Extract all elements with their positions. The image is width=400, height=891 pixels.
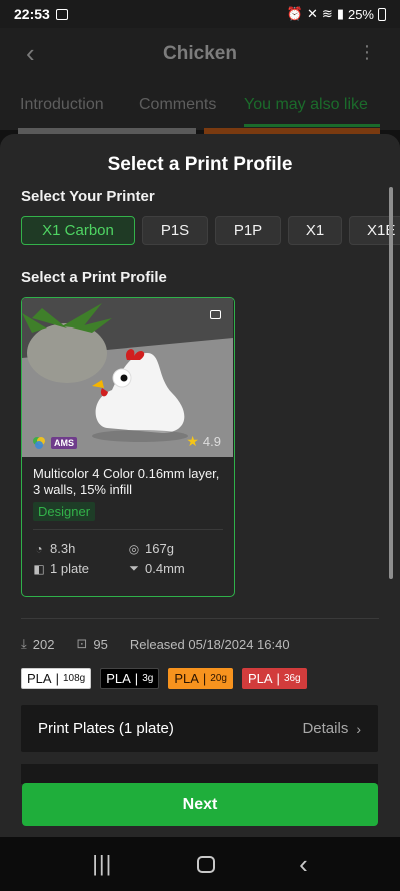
section-divider (21, 618, 379, 619)
clock-icon: ◔ (35, 541, 43, 556)
profile-title: Multicolor 4 Color 0.16mm layer, 3 walls… (33, 466, 220, 497)
home-icon[interactable] (196, 855, 215, 873)
filament-type: PLA (174, 671, 199, 686)
printer-chip-x1-carbon[interactable]: X1 Carbon (21, 216, 135, 245)
page-title: Chicken (163, 43, 237, 64)
printer-chip-p1s[interactable]: P1S (142, 216, 208, 245)
print-time: ◔ 8.3h (33, 541, 75, 556)
filament-chip: PLA | 108g (21, 668, 92, 689)
filament-amount: 3g (142, 673, 154, 684)
profile-thumbnail: AMS ★ 4.9 (22, 298, 233, 457)
nozzle-size-value: 0.4mm (145, 561, 185, 576)
app-bar: ‹ Chicken ⋮ (0, 28, 400, 80)
filament-chip: PLA | 3g (100, 668, 160, 689)
print-plates-label: Print Plates (1 plate) (38, 720, 174, 737)
profile-section-label: Select a Print Profile (21, 269, 167, 286)
rating: ★ 4.9 (186, 433, 221, 450)
star-icon: ★ (186, 433, 199, 449)
rating-value: 4.9 (202, 434, 221, 449)
gallery-notification-icon (55, 8, 68, 20)
filament-weight: ◎ 167g (128, 541, 174, 556)
filament-type: PLA (106, 671, 131, 686)
mute-icon: ✕ (307, 6, 318, 21)
printer-chip-p1p[interactable]: P1P (215, 216, 281, 245)
print-count: 95 (93, 636, 108, 652)
printer-chips: X1 Carbon P1S P1P X1 X1E (21, 216, 400, 245)
battery-percent: 25% (347, 6, 374, 22)
ams-badge: AMS (51, 437, 77, 449)
print-plates-row[interactable]: Print Plates (1 plate) Details › (21, 705, 378, 752)
wifi-icon: ≋ (321, 6, 333, 21)
nozzle-icon: ⏷ (129, 561, 139, 575)
filament-weight-value: 167g (145, 541, 174, 556)
print-count-icon: ⊡ (76, 636, 88, 651)
printer-chip-x1[interactable]: X1 (288, 216, 342, 245)
designer-badge: Designer (33, 502, 96, 521)
multi-image-icon (210, 310, 221, 319)
profile-tags: AMS (32, 436, 77, 450)
sheet-title: Select a Print Profile (107, 154, 293, 175)
print-profile-sheet: Select a Print Profile Select Your Print… (0, 134, 400, 837)
battery-icon (378, 7, 386, 21)
card-divider (33, 529, 223, 530)
more-options-icon[interactable]: ⋮ (358, 42, 376, 63)
system-nav-bar: ||| ‹ (0, 837, 400, 891)
filament-chip: PLA | 36g (241, 668, 307, 689)
print-profile-card[interactable]: AMS ★ 4.9 Multicolor 4 Color 0.16mm laye… (21, 297, 235, 597)
scrollbar[interactable] (389, 187, 393, 579)
tab-indicator (244, 124, 380, 127)
next-button[interactable]: Next (22, 783, 378, 826)
chevron-right-icon: › (356, 720, 361, 737)
details-link[interactable]: Details (302, 720, 348, 737)
plate-count-value: 1 plate (50, 561, 90, 576)
filament-amount: 20g (210, 673, 227, 684)
download-count: 202 (32, 636, 55, 652)
tab-you-may-also-like[interactable]: You may also like (244, 96, 368, 114)
print-time-value: 8.3h (50, 541, 76, 556)
filament-amount: 108g (62, 673, 86, 684)
spool-icon: ◎ (128, 541, 140, 556)
tab-comments[interactable]: Comments (139, 96, 216, 114)
filament-type: PLA (247, 671, 273, 686)
plate-icon: ◧ (33, 561, 45, 576)
signal-icon: ▮ (336, 6, 344, 21)
status-bar: 22:53 ⏰ ✕ ≋ ▮ 25% (0, 0, 400, 28)
alarm-icon: ⏰ (286, 6, 303, 21)
status-time: 22:53 (14, 6, 50, 22)
tab-bar: Introduction Comments You may also like (0, 80, 400, 130)
nozzle-size: ⏷ 0.4mm (128, 561, 185, 576)
filament-amount: 36g (283, 673, 301, 684)
next-section-peek (21, 764, 378, 784)
filament-type: PLA (27, 671, 52, 686)
model-meta: ⤓ 202 ⊡ 95 Released 05/18/2024 16:40 (21, 636, 290, 652)
filament-chip: PLA | 20g (168, 668, 233, 689)
tab-introduction[interactable]: Introduction (20, 96, 104, 114)
filament-list: PLA | 108g PLA | 3g PLA | 20g PLA | 36g (21, 668, 307, 689)
download-icon: ⤓ (21, 636, 27, 651)
multicolor-icon (33, 437, 45, 449)
printer-section-label: Select Your Printer (21, 188, 155, 205)
release-date: Released 05/18/2024 16:40 (129, 636, 290, 652)
back-icon[interactable]: ‹ (26, 38, 35, 69)
plate-count: ◧ 1 plate (33, 561, 89, 576)
recent-apps-icon[interactable]: ||| (92, 851, 112, 877)
status-icons: ⏰ ✕ ≋ ▮ 25% (287, 6, 386, 22)
nav-back-icon[interactable]: ‹ (299, 849, 308, 880)
